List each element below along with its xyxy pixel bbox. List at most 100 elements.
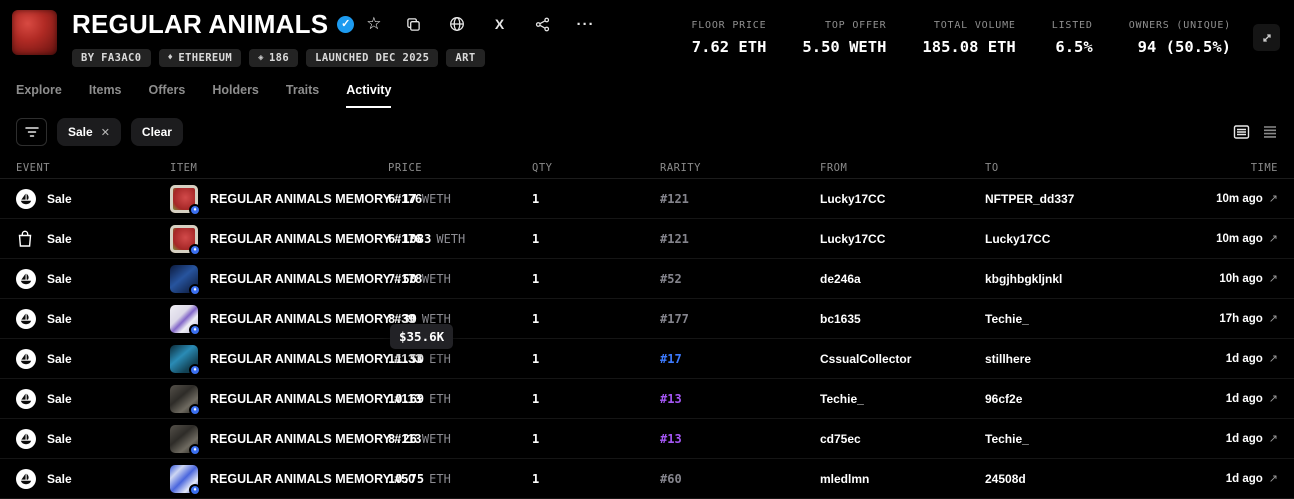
- filter-button[interactable]: [16, 118, 47, 146]
- table-row[interactable]: Sale ♦ REGULAR ANIMALS MEMORY #176 6.17W…: [0, 179, 1294, 219]
- collapse-header-button[interactable]: [1253, 24, 1280, 51]
- tab-activity[interactable]: Activity: [346, 83, 391, 108]
- badge-creator[interactable]: BY FA3AC0: [72, 49, 151, 67]
- favorite-star-icon[interactable]: ☆: [366, 14, 381, 34]
- price-currency: WETH: [422, 272, 451, 286]
- item-cell[interactable]: ♦ REGULAR ANIMALS MEMORY #176: [170, 185, 388, 213]
- col-to[interactable]: TO: [985, 162, 1168, 174]
- badge-category[interactable]: ART: [446, 49, 484, 67]
- from-address[interactable]: CssualCollector: [820, 352, 911, 366]
- col-price[interactable]: PRICE: [388, 162, 532, 174]
- col-qty[interactable]: QTY: [532, 162, 660, 174]
- col-rarity[interactable]: RARITY: [660, 162, 820, 174]
- rarity-rank[interactable]: #177: [660, 312, 689, 326]
- to-address[interactable]: 24508d: [985, 472, 1026, 486]
- time-cell[interactable]: 17h ago ↗: [1168, 312, 1278, 325]
- event-type: Sale: [47, 392, 72, 406]
- website-globe-icon[interactable]: [449, 16, 465, 32]
- external-link-icon[interactable]: ↗: [1269, 392, 1278, 405]
- col-event[interactable]: EVENT: [16, 162, 170, 174]
- to-address[interactable]: NFTPER_dd337: [985, 192, 1074, 206]
- row-view-icon[interactable]: [1233, 124, 1250, 140]
- time-cell[interactable]: 10h ago ↗: [1168, 272, 1278, 285]
- external-link-icon[interactable]: ↗: [1269, 472, 1278, 485]
- table-row[interactable]: Sale ♦ REGULAR ANIMALS MEMORY #176 6.108…: [0, 219, 1294, 259]
- table-row[interactable]: Sale ♦ REGULAR ANIMALS MEMORY #50 10.75E…: [0, 459, 1294, 499]
- clear-filters-button[interactable]: Clear: [131, 118, 183, 146]
- external-link-icon[interactable]: ↗: [1269, 352, 1278, 365]
- price-value: 10.75: [388, 472, 424, 486]
- from-address[interactable]: Lucky17CC: [820, 192, 885, 206]
- more-options-icon[interactable]: ···: [578, 16, 594, 32]
- col-from[interactable]: FROM: [820, 162, 985, 174]
- price-value: 11.50: [388, 352, 424, 366]
- x-twitter-icon[interactable]: X: [492, 16, 508, 32]
- external-link-icon[interactable]: ↗: [1269, 312, 1278, 325]
- rarity-rank[interactable]: #17: [660, 352, 682, 366]
- share-icon[interactable]: [535, 16, 551, 32]
- badge-chain[interactable]: ♦ETHEREUM: [159, 49, 242, 67]
- from-address[interactable]: Techie_: [820, 392, 864, 406]
- rarity-rank[interactable]: #13: [660, 392, 682, 406]
- filter-bar: Sale ✕ Clear: [0, 118, 1294, 146]
- item-thumbnail: ♦: [170, 425, 198, 453]
- price-cell: 6.17WETH: [388, 192, 532, 206]
- to-address[interactable]: stillhere: [985, 352, 1031, 366]
- opensea-icon: [16, 269, 36, 289]
- dense-list-view-icon[interactable]: [1262, 124, 1278, 140]
- remove-filter-icon[interactable]: ✕: [101, 126, 110, 139]
- from-address[interactable]: de246a: [820, 272, 861, 286]
- item-cell[interactable]: ♦ REGULAR ANIMALS MEMORY #113: [170, 385, 388, 413]
- to-address[interactable]: 96cf2e: [985, 392, 1022, 406]
- filter-chip-sale[interactable]: Sale ✕: [57, 118, 121, 146]
- badge-supply[interactable]: ◈186: [249, 49, 298, 67]
- tab-traits[interactable]: Traits: [286, 83, 319, 106]
- copy-icon[interactable]: [406, 16, 422, 32]
- external-link-icon[interactable]: ↗: [1269, 232, 1278, 245]
- table-row[interactable]: Sale ♦ REGULAR ANIMALS MEMORY #133 11.50…: [0, 339, 1294, 379]
- col-time[interactable]: TIME: [1168, 162, 1278, 174]
- time-cell[interactable]: 1d ago ↗: [1168, 392, 1278, 405]
- rarity-rank[interactable]: #52: [660, 272, 682, 286]
- table-row[interactable]: Sale ♦ REGULAR ANIMALS MEMORY #113 8.26W…: [0, 419, 1294, 459]
- time-cell[interactable]: 1d ago ↗: [1168, 432, 1278, 445]
- tab-items[interactable]: Items: [89, 83, 122, 106]
- external-link-icon[interactable]: ↗: [1269, 432, 1278, 445]
- from-address[interactable]: cd75ec: [820, 432, 861, 446]
- item-cell[interactable]: ♦ REGULAR ANIMALS MEMORY #176: [170, 225, 388, 253]
- time-cell[interactable]: 10m ago ↗: [1168, 192, 1278, 205]
- time-cell[interactable]: 1d ago ↗: [1168, 472, 1278, 485]
- time-cell[interactable]: 1d ago ↗: [1168, 352, 1278, 365]
- to-address[interactable]: kbgjhbgkljnkl: [985, 272, 1062, 286]
- item-cell[interactable]: ♦ REGULAR ANIMALS MEMORY #178: [170, 265, 388, 293]
- from-address[interactable]: bc1635: [820, 312, 861, 326]
- to-address[interactable]: Techie_: [985, 432, 1029, 446]
- from-address[interactable]: Lucky17CC: [820, 232, 885, 246]
- table-row[interactable]: Sale ♦ REGULAR ANIMALS MEMORY #178 7.50W…: [0, 259, 1294, 299]
- badge-launched[interactable]: LAUNCHED DEC 2025: [306, 49, 438, 67]
- col-item[interactable]: ITEM: [170, 162, 388, 174]
- rarity-rank[interactable]: #121: [660, 192, 689, 206]
- item-cell[interactable]: ♦ REGULAR ANIMALS MEMORY #50: [170, 465, 388, 493]
- external-link-icon[interactable]: ↗: [1269, 192, 1278, 205]
- time-cell[interactable]: 10m ago ↗: [1168, 232, 1278, 245]
- price-value: 8.26: [388, 432, 417, 446]
- rarity-rank[interactable]: #60: [660, 472, 682, 486]
- event-type: Sale: [47, 432, 72, 446]
- table-row[interactable]: Sale ♦ REGULAR ANIMALS MEMORY #39 8.30WE…: [0, 299, 1294, 339]
- tab-holders[interactable]: Holders: [212, 83, 259, 106]
- item-cell[interactable]: ♦ REGULAR ANIMALS MEMORY #113: [170, 425, 388, 453]
- rarity-rank[interactable]: #121: [660, 232, 689, 246]
- from-address[interactable]: mledlmn: [820, 472, 869, 486]
- table-row[interactable]: Sale ♦ REGULAR ANIMALS MEMORY #113 10.69…: [0, 379, 1294, 419]
- rarity-rank[interactable]: #13: [660, 432, 682, 446]
- external-link-icon[interactable]: ↗: [1269, 272, 1278, 285]
- to-address[interactable]: Lucky17CC: [985, 232, 1050, 246]
- ethereum-icon: ♦: [168, 53, 174, 63]
- item-cell[interactable]: ♦ REGULAR ANIMALS MEMORY #133: [170, 345, 388, 373]
- tab-explore[interactable]: Explore: [16, 83, 62, 106]
- to-address[interactable]: Techie_: [985, 312, 1029, 326]
- tab-offers[interactable]: Offers: [149, 83, 186, 106]
- item-cell[interactable]: ♦ REGULAR ANIMALS MEMORY #39: [170, 305, 388, 333]
- collection-avatar[interactable]: [12, 10, 57, 55]
